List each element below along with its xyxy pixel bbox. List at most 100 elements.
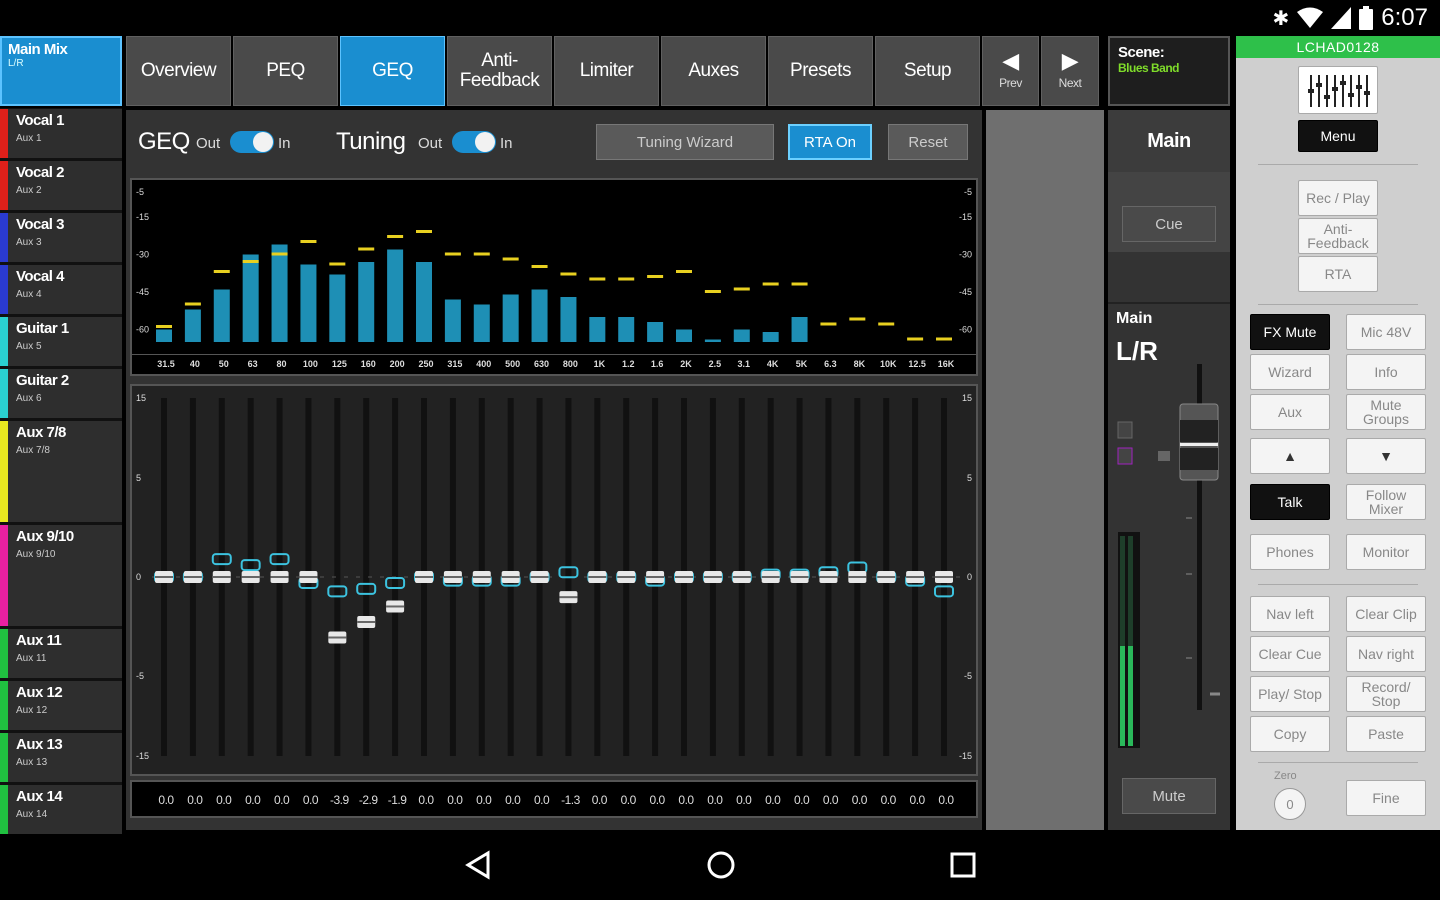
eq-fader-cap-line [443, 576, 462, 578]
channel-item[interactable]: Aux 12 Aux 12 [0, 680, 122, 732]
home-icon[interactable] [706, 850, 736, 880]
rta-peak [416, 230, 432, 233]
gain-values: 0.0 0.0 0.0 0.0 0.0 0.0 -3.9 -2.9 -1.9 0.0 0.0 0.0 0… [130, 780, 978, 818]
cue-button[interactable]: Cue [1122, 206, 1216, 242]
nav-left-button[interactable]: Nav left [1250, 596, 1330, 632]
menu-button[interactable]: Menu [1298, 120, 1378, 152]
tuning-wizard-button[interactable]: Tuning Wizard [596, 124, 774, 160]
play-stop-button[interactable]: Play/ Stop [1250, 676, 1330, 712]
tuning-toggle[interactable] [452, 131, 496, 153]
gain-value: 0.0 [678, 793, 694, 807]
gain-value: 0.0 [418, 793, 434, 807]
tab-geq[interactable]: GEQ [340, 36, 445, 106]
channel-item[interactable]: Vocal 1 Aux 1 [0, 108, 122, 160]
clear-cue-button[interactable]: Clear Cue [1250, 636, 1330, 672]
rta-peak [907, 337, 924, 341]
geq-out-label: Out [196, 135, 221, 152]
rta-graph: -5 -5 -15 -15 -30 -30 -45 -45 -60 -60 [136, 187, 972, 342]
channel-item[interactable]: Aux 14 Aux 14 [0, 784, 122, 836]
tab-setup[interactable]: Setup [875, 36, 980, 106]
mute-button[interactable]: Mute [1122, 778, 1216, 814]
rta-bar [184, 309, 201, 342]
copy-button[interactable]: Copy [1250, 716, 1330, 752]
frequency-label: 2.5 [708, 359, 722, 369]
channel-item[interactable]: Aux 11 Aux 11 [0, 628, 122, 680]
reset-button[interactable]: Reset [888, 124, 968, 160]
fine-button[interactable]: Fine [1346, 780, 1426, 816]
zero-knob[interactable]: 0 [1274, 788, 1306, 820]
gain-value: -3.9 [329, 793, 349, 807]
channel-item[interactable]: Guitar 2 Aux 6 [0, 368, 122, 420]
channel-item[interactable]: Aux 7/8 Aux 7/8 [0, 420, 122, 524]
anti-feedback-button[interactable]: Anti- Feedback [1298, 218, 1378, 254]
talk-button[interactable]: Talk [1250, 484, 1330, 520]
tuning-label: Tuning [336, 128, 406, 155]
rta-peak [358, 247, 375, 251]
recents-icon[interactable] [948, 850, 978, 880]
info-button[interactable]: Info [1346, 354, 1426, 390]
channel-item[interactable]: Guitar 1 Aux 5 [0, 316, 122, 368]
tab-peq[interactable]: PEQ [233, 36, 338, 106]
record-stop-button[interactable]: Record/ Stop [1346, 676, 1426, 712]
rta-peak [242, 260, 259, 263]
frequency-label: 63 [247, 359, 258, 369]
mic-48v-button[interactable]: Mic 48V [1346, 314, 1426, 350]
geq-fader-graph: 15 15 5 5 0 0 -5 -5 -15 -15 [136, 393, 972, 761]
follow-mixer-button[interactable]: Follow Mixer [1346, 484, 1426, 520]
battery-icon [1359, 6, 1374, 30]
up-arrow-button[interactable]: ▲ [1250, 438, 1330, 474]
gain-value: 0.0 [447, 793, 463, 807]
channel-item[interactable]: Aux 13 Aux 13 [0, 732, 122, 784]
next-button[interactable]: ▶ Next [1041, 36, 1099, 106]
rta-peak [733, 287, 750, 291]
mixer-icon[interactable] [1298, 66, 1378, 114]
back-icon[interactable] [464, 850, 494, 880]
tab-presets[interactable]: Presets [768, 36, 873, 106]
tab-overview[interactable]: Overview [126, 36, 231, 106]
channel-color-bar [0, 161, 8, 210]
rta-peak [647, 275, 664, 278]
scene-box[interactable]: Scene: Blues Band [1108, 36, 1230, 106]
gain-value: 0.0 [591, 793, 608, 807]
rec-play-button[interactable]: Rec / Play [1298, 180, 1378, 216]
geq-toggle[interactable] [230, 131, 274, 153]
mute-groups-button[interactable]: Mute Groups [1346, 394, 1426, 430]
rta-scale-right: -45 [959, 287, 972, 297]
down-arrow-button[interactable]: ▼ [1346, 438, 1426, 474]
rta-button[interactable]: RTA [1298, 256, 1378, 292]
clear-clip-button[interactable]: Clear Clip [1346, 596, 1426, 632]
eq-scale-left: 5 [136, 473, 141, 483]
master-fader[interactable] [1108, 360, 1230, 760]
eq-fader-cap-line [848, 576, 867, 578]
rta-bar [560, 297, 577, 342]
channel-item[interactable]: Vocal 4 Aux 4 [0, 264, 122, 316]
paste-button[interactable]: Paste [1346, 716, 1426, 752]
channel-sub: Aux 12 [16, 705, 48, 716]
channel-item[interactable]: Vocal 2 Aux 2 [0, 160, 122, 212]
nav-right-button[interactable]: Nav right [1346, 636, 1426, 672]
rta-peak [878, 322, 895, 326]
channel-item[interactable]: Vocal 3 Aux 3 [0, 212, 122, 264]
frequency-label: 10K [879, 359, 897, 369]
prev-button[interactable]: ◀ Prev [982, 36, 1039, 106]
monitor-button[interactable]: Monitor [1346, 534, 1426, 570]
tab-auxes[interactable]: Auxes [661, 36, 766, 106]
wizard-button[interactable]: Wizard [1250, 354, 1330, 390]
rta-bar [387, 249, 404, 342]
rta-on-button[interactable]: RTA On [788, 124, 872, 160]
channel-color-bar [0, 681, 8, 730]
eq-fader-cap-line [212, 576, 231, 578]
frequency-label: 250 [418, 359, 434, 369]
tab-limiter[interactable]: Limiter [554, 36, 659, 106]
main-mix-selector[interactable]: Main Mix L/R [0, 36, 122, 106]
channel-item[interactable]: Aux 9/10 Aux 9/10 [0, 524, 122, 628]
channel-sub: Aux 5 [16, 341, 42, 352]
rta-peak [820, 322, 837, 326]
phones-button[interactable]: Phones [1250, 534, 1330, 570]
eq-fader-cap-line [790, 576, 809, 578]
tab-anti-feedback[interactable]: Anti- Feedback [447, 36, 552, 106]
gain-value: 0.0 [909, 793, 926, 807]
aux-button[interactable]: Aux [1250, 394, 1330, 430]
fx-mute-button[interactable]: FX Mute [1250, 314, 1330, 350]
rta-bar [791, 317, 808, 342]
